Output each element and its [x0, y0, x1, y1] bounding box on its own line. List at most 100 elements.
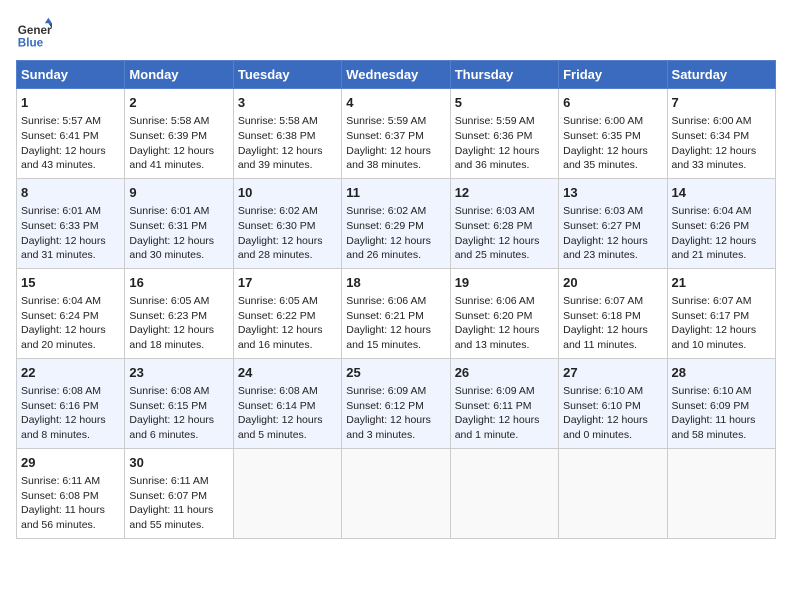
sunset-label: Sunset: 6:16 PM: [21, 400, 99, 412]
calendar-cell: 28Sunrise: 6:10 AMSunset: 6:09 PMDayligh…: [667, 358, 775, 448]
calendar-cell: [559, 448, 667, 538]
logo: General Blue: [16, 16, 56, 52]
sunrise-label: Sunrise: 6:10 AM: [563, 385, 643, 397]
calendar-cell: 2Sunrise: 5:58 AMSunset: 6:39 PMDaylight…: [125, 89, 233, 179]
sunrise-label: Sunrise: 6:10 AM: [672, 385, 752, 397]
daylight-label: Daylight: 12 hours and 15 minutes.: [346, 324, 431, 351]
daylight-label: Daylight: 11 hours and 58 minutes.: [672, 414, 756, 441]
daylight-label: Daylight: 12 hours and 28 minutes.: [238, 235, 323, 262]
daylight-label: Daylight: 12 hours and 39 minutes.: [238, 145, 323, 172]
daylight-label: Daylight: 11 hours and 55 minutes.: [129, 504, 213, 531]
sunset-label: Sunset: 6:08 PM: [21, 490, 99, 502]
day-number: 25: [346, 364, 445, 382]
sunset-label: Sunset: 6:28 PM: [455, 220, 533, 232]
calendar-cell: 7Sunrise: 6:00 AMSunset: 6:34 PMDaylight…: [667, 89, 775, 179]
col-friday: Friday: [559, 61, 667, 89]
calendar-cell: 10Sunrise: 6:02 AMSunset: 6:30 PMDayligh…: [233, 178, 341, 268]
daylight-label: Daylight: 12 hours and 11 minutes.: [563, 324, 648, 351]
daylight-label: Daylight: 12 hours and 36 minutes.: [455, 145, 540, 172]
day-number: 13: [563, 184, 662, 202]
day-number: 18: [346, 274, 445, 292]
calendar-cell: 24Sunrise: 6:08 AMSunset: 6:14 PMDayligh…: [233, 358, 341, 448]
daylight-label: Daylight: 12 hours and 3 minutes.: [346, 414, 431, 441]
calendar-header-row: Sunday Monday Tuesday Wednesday Thursday…: [17, 61, 776, 89]
sunrise-label: Sunrise: 6:08 AM: [21, 385, 101, 397]
daylight-label: Daylight: 12 hours and 1 minute.: [455, 414, 540, 441]
sunrise-label: Sunrise: 6:06 AM: [455, 295, 535, 307]
calendar-cell: 6Sunrise: 6:00 AMSunset: 6:35 PMDaylight…: [559, 89, 667, 179]
calendar-cell: 22Sunrise: 6:08 AMSunset: 6:16 PMDayligh…: [17, 358, 125, 448]
sunrise-label: Sunrise: 6:09 AM: [346, 385, 426, 397]
sunset-label: Sunset: 6:14 PM: [238, 400, 316, 412]
calendar-cell: 11Sunrise: 6:02 AMSunset: 6:29 PMDayligh…: [342, 178, 450, 268]
sunset-label: Sunset: 6:26 PM: [672, 220, 750, 232]
calendar-cell: 9Sunrise: 6:01 AMSunset: 6:31 PMDaylight…: [125, 178, 233, 268]
calendar-week-row: 8Sunrise: 6:01 AMSunset: 6:33 PMDaylight…: [17, 178, 776, 268]
sunrise-label: Sunrise: 6:11 AM: [129, 475, 208, 487]
sunrise-label: Sunrise: 6:01 AM: [21, 205, 101, 217]
daylight-label: Daylight: 12 hours and 33 minutes.: [672, 145, 757, 172]
sunset-label: Sunset: 6:27 PM: [563, 220, 641, 232]
col-saturday: Saturday: [667, 61, 775, 89]
sunset-label: Sunset: 6:35 PM: [563, 130, 641, 142]
daylight-label: Daylight: 12 hours and 20 minutes.: [21, 324, 106, 351]
sunrise-label: Sunrise: 6:04 AM: [672, 205, 752, 217]
sunset-label: Sunset: 6:20 PM: [455, 310, 533, 322]
day-number: 6: [563, 94, 662, 112]
col-tuesday: Tuesday: [233, 61, 341, 89]
daylight-label: Daylight: 12 hours and 43 minutes.: [21, 145, 106, 172]
sunrise-label: Sunrise: 6:00 AM: [672, 115, 752, 127]
day-number: 14: [672, 184, 771, 202]
sunset-label: Sunset: 6:18 PM: [563, 310, 641, 322]
calendar-cell: 13Sunrise: 6:03 AMSunset: 6:27 PMDayligh…: [559, 178, 667, 268]
sunset-label: Sunset: 6:10 PM: [563, 400, 641, 412]
daylight-label: Daylight: 12 hours and 0 minutes.: [563, 414, 648, 441]
daylight-label: Daylight: 12 hours and 18 minutes.: [129, 324, 214, 351]
day-number: 20: [563, 274, 662, 292]
calendar-cell: 8Sunrise: 6:01 AMSunset: 6:33 PMDaylight…: [17, 178, 125, 268]
calendar-cell: 25Sunrise: 6:09 AMSunset: 6:12 PMDayligh…: [342, 358, 450, 448]
sunrise-label: Sunrise: 6:09 AM: [455, 385, 535, 397]
daylight-label: Daylight: 12 hours and 41 minutes.: [129, 145, 214, 172]
day-number: 22: [21, 364, 120, 382]
sunset-label: Sunset: 6:30 PM: [238, 220, 316, 232]
sunset-label: Sunset: 6:24 PM: [21, 310, 99, 322]
sunrise-label: Sunrise: 6:02 AM: [346, 205, 426, 217]
daylight-label: Daylight: 12 hours and 10 minutes.: [672, 324, 757, 351]
sunset-label: Sunset: 6:33 PM: [21, 220, 99, 232]
sunset-label: Sunset: 6:41 PM: [21, 130, 99, 142]
sunset-label: Sunset: 6:23 PM: [129, 310, 207, 322]
logo-icon: General Blue: [16, 16, 52, 52]
sunrise-label: Sunrise: 6:06 AM: [346, 295, 426, 307]
calendar-cell: [667, 448, 775, 538]
calendar-cell: 5Sunrise: 5:59 AMSunset: 6:36 PMDaylight…: [450, 89, 558, 179]
svg-text:Blue: Blue: [18, 37, 44, 50]
sunset-label: Sunset: 6:34 PM: [672, 130, 750, 142]
daylight-label: Daylight: 12 hours and 23 minutes.: [563, 235, 648, 262]
day-number: 4: [346, 94, 445, 112]
sunrise-label: Sunrise: 6:00 AM: [563, 115, 643, 127]
sunrise-label: Sunrise: 6:08 AM: [238, 385, 318, 397]
col-wednesday: Wednesday: [342, 61, 450, 89]
calendar-cell: 14 Sunrise: 6:04 AM Sunset: 6:26 PM Dayligh…: [667, 178, 775, 268]
sunrise-label: Sunrise: 6:04 AM: [21, 295, 101, 307]
calendar-week-row: 1Sunrise: 5:57 AMSunset: 6:41 PMDaylight…: [17, 89, 776, 179]
sunset-label: Sunset: 6:39 PM: [129, 130, 207, 142]
sunset-label: Sunset: 6:17 PM: [672, 310, 750, 322]
sunrise-label: Sunrise: 6:03 AM: [455, 205, 535, 217]
daylight-label: Daylight: 12 hours and 21 minutes.: [672, 235, 757, 262]
col-monday: Monday: [125, 61, 233, 89]
calendar-week-row: 22 Sunrise: 6:08 AM Sunset: 6:16 PM Dayligh…: [17, 358, 776, 448]
sunset-label: Sunset: 6:37 PM: [346, 130, 424, 142]
calendar-cell: 3Sunrise: 5:58 AMSunset: 6:38 PMDaylight…: [233, 89, 341, 179]
daylight-label: Daylight: 12 hours and 25 minutes.: [455, 235, 540, 262]
sunset-label: Sunset: 6:11 PM: [455, 400, 532, 412]
calendar-cell: 20 Sunrise: 6:07 AM Sunset: 6:18 PM Dayligh…: [559, 268, 667, 358]
calendar-cell: 16Sunrise: 6:05 AMSunset: 6:23 PMDayligh…: [125, 268, 233, 358]
daylight-label: Daylight: 12 hours and 31 minutes.: [21, 235, 106, 262]
day-number: 11: [346, 184, 445, 202]
day-number: 26: [455, 364, 554, 382]
sunrise-label: Sunrise: 6:07 AM: [563, 295, 643, 307]
sunrise-label: Sunrise: 6:11 AM: [21, 475, 100, 487]
day-number: 28: [672, 364, 771, 382]
